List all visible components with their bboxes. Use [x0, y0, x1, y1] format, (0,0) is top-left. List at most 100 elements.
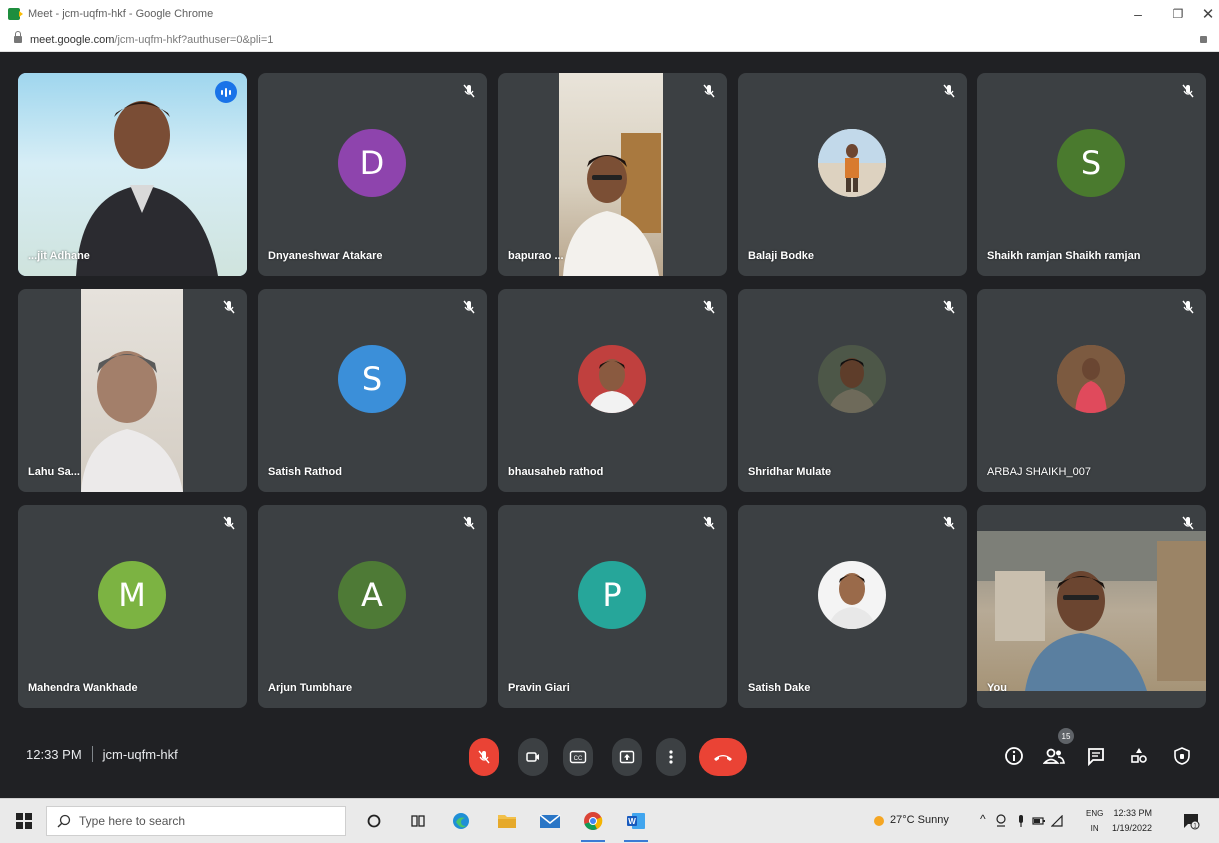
url-text[interactable]: meet.google.com/jcm-uqfm-hkf?authuser=0&… [30, 34, 273, 46]
participant-video [18, 73, 247, 276]
participant-tile[interactable]: Satish Dake [738, 505, 967, 708]
meeting-time: 12:33 PM [26, 746, 82, 762]
leave-call-button[interactable] [699, 738, 747, 776]
clock-date: 1/19/2022 [1112, 823, 1153, 833]
more-vert-icon [669, 750, 673, 764]
participant-name: ...jit Adhane [28, 250, 90, 262]
microphone-tray-icon[interactable] [1014, 810, 1028, 832]
notifications-button[interactable]: 1 [1180, 810, 1202, 832]
weather-text[interactable]: 27°C Sunny [890, 814, 949, 826]
person-video-figure [81, 351, 183, 492]
more-options-button[interactable] [656, 738, 686, 776]
mic-off-icon [703, 516, 715, 530]
svg-text:W: W [628, 817, 636, 826]
mic-off-icon [463, 516, 475, 530]
participant-name: Satish Rathod [268, 466, 342, 478]
microphone-icon [1019, 815, 1023, 827]
participant-name: You [987, 682, 1007, 694]
chevron-up-icon[interactable]: ^ [980, 812, 986, 826]
participant-tile[interactable]: Balaji Bodke [738, 73, 967, 276]
clock-time: 12:33 PM [1113, 808, 1153, 818]
lock-icon[interactable] [14, 31, 22, 43]
word-taskbar-button[interactable]: W [624, 810, 648, 832]
edge-icon [453, 813, 469, 829]
participant-tile[interactable]: S Shaikh ramjan Shaikh ramjan [977, 73, 1206, 276]
meeting-details-button[interactable] [1002, 744, 1026, 768]
participant-name: Arjun Tumbhare [268, 682, 353, 694]
weather-widget-icon[interactable] [872, 810, 886, 832]
participant-name: Lahu Sa... [28, 466, 80, 478]
participant-name: Shaikh ramjan Shaikh ramjan [987, 250, 1141, 262]
captions-icon: CC [569, 750, 587, 764]
network-tray-icon[interactable] [1050, 810, 1064, 832]
word-icon: W [627, 813, 645, 829]
cortana-icon [367, 814, 381, 828]
participant-tile[interactable]: A Arjun Tumbhare [258, 505, 487, 708]
participant-tile[interactable]: Lahu Sa... [18, 289, 247, 492]
person-video-figure [563, 133, 661, 276]
participant-tile[interactable]: ...jit Adhane [18, 73, 247, 276]
captions-button[interactable]: CC [563, 738, 593, 776]
task-view-icon [411, 815, 425, 827]
meet-favicon-icon [8, 8, 23, 20]
people-button[interactable] [1042, 744, 1066, 768]
windows-logo-icon [16, 813, 32, 829]
avatar-photo [818, 561, 886, 629]
language-code: ENG [1086, 809, 1104, 818]
taskbar-search-box[interactable] [46, 806, 346, 836]
meeting-control-bar: 12:33 PM jcm-uqfm-hkf CC 15 [0, 720, 1219, 798]
camera-icon [526, 752, 539, 762]
task-view-button[interactable] [408, 810, 428, 832]
mic-toggle-button[interactable] [469, 738, 499, 776]
camera-toggle-button[interactable] [518, 738, 548, 776]
participant-tile[interactable]: Shridhar Mulate [738, 289, 967, 492]
avatar-photo [578, 345, 646, 413]
wifi-icon [1051, 815, 1063, 827]
meeting-code: jcm-uqfm-hkf [102, 746, 178, 762]
cortana-button[interactable] [364, 810, 384, 832]
start-button[interactable] [14, 810, 34, 832]
taskbar-clock[interactable]: 12:33 PM 1/19/2022 [1112, 806, 1152, 836]
host-controls-button[interactable] [1170, 744, 1194, 768]
participant-tile[interactable]: bhausaheb rathod [498, 289, 727, 492]
close-button[interactable]: ✕ [1188, 0, 1219, 28]
mic-off-icon [223, 516, 235, 530]
participant-count-badge: 15 [1058, 728, 1074, 744]
participant-tile[interactable]: S Satish Rathod [258, 289, 487, 492]
windows-taskbar: W 27°C Sunny ^ ENG IN 12:33 PM 1/19/2022… [0, 798, 1219, 843]
participant-tile[interactable]: M Mahendra Wankhade [18, 505, 247, 708]
host-controls-icon [1174, 747, 1190, 765]
mic-off-icon [1182, 300, 1194, 314]
minimize-button[interactable]: – [1118, 0, 1158, 28]
activities-button[interactable] [1127, 744, 1151, 768]
captions-label: CC [574, 756, 583, 762]
participant-tile[interactable]: ARBAJ SHAIKH_007 [977, 289, 1206, 492]
mic-off-icon [1182, 516, 1194, 530]
active-app-indicator [624, 840, 648, 842]
chrome-taskbar-button[interactable] [581, 810, 605, 832]
mic-off-icon [223, 300, 235, 314]
present-button[interactable] [612, 738, 642, 776]
avatar: D [338, 129, 406, 197]
self-video [977, 531, 1206, 691]
mail-taskbar-button[interactable] [538, 810, 562, 832]
chat-button[interactable] [1084, 744, 1108, 768]
active-app-indicator [581, 840, 605, 842]
people-icon [1043, 748, 1065, 764]
participant-tile[interactable]: bapurao ... [498, 73, 727, 276]
input-language[interactable]: ENG IN [1086, 806, 1103, 836]
file-explorer-taskbar-button[interactable] [495, 810, 519, 832]
info-icon [1005, 747, 1023, 765]
search-input[interactable] [79, 814, 319, 828]
participant-tile[interactable]: P Pravin Giari [498, 505, 727, 708]
participant-tile[interactable]: You [977, 505, 1206, 708]
extension-icon[interactable] [1200, 36, 1207, 43]
participant-video [81, 289, 183, 492]
meet-tray-icon[interactable] [994, 810, 1008, 832]
mic-off-icon [1182, 84, 1194, 98]
participant-video [559, 73, 663, 276]
battery-tray-icon[interactable] [1032, 810, 1046, 832]
edge-taskbar-button[interactable] [449, 810, 473, 832]
participant-tile[interactable]: D Dnyaneshwar Atakare [258, 73, 487, 276]
address-bar[interactable]: meet.google.com/jcm-uqfm-hkf?authuser=0&… [0, 28, 1219, 52]
